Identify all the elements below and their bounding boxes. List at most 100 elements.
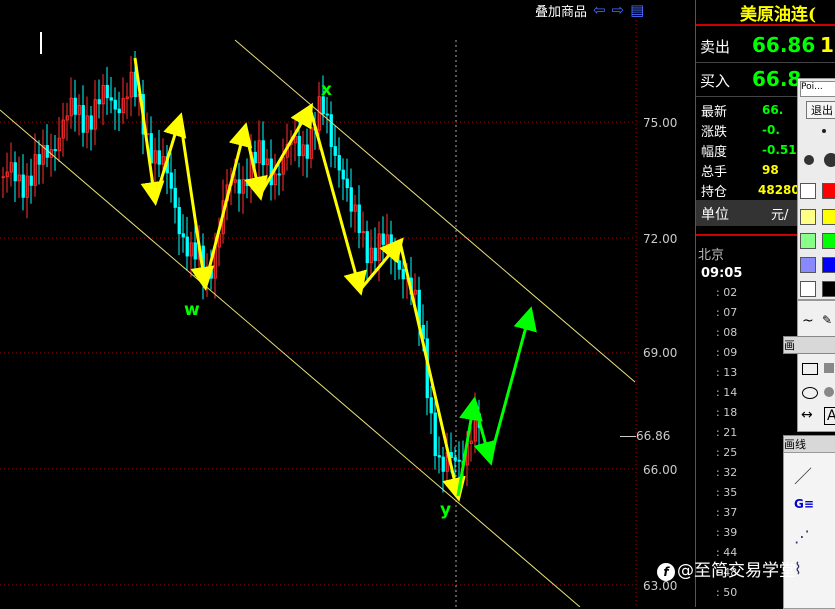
- candle-body: [277, 173, 281, 176]
- candle-body: [169, 172, 173, 189]
- swatch-light-green[interactable]: [800, 233, 816, 249]
- draw-line-header-text: 画线: [784, 438, 806, 451]
- watermark-text: @至简交易学堂: [677, 561, 796, 581]
- candle-body: [401, 268, 405, 280]
- cursor-marker: [40, 32, 42, 54]
- candle-body: [181, 233, 185, 238]
- info-label: 持仓: [701, 185, 728, 200]
- candle-body: [357, 204, 361, 234]
- swatch-green[interactable]: [822, 233, 835, 249]
- candle-body: [173, 187, 177, 208]
- candle-body: [305, 144, 309, 159]
- curve-tool-icon[interactable]: ~: [802, 313, 814, 329]
- info-label: 幅度: [701, 145, 728, 160]
- info-label: 总手: [701, 165, 728, 180]
- info-label: 最新: [701, 105, 728, 120]
- price-tick: 69.00: [643, 346, 678, 360]
- time-tick: : 37: [716, 506, 738, 519]
- price-chart[interactable]: [0, 0, 695, 607]
- channel-upper-line: [234, 39, 636, 383]
- ellipse-tool-icon[interactable]: [802, 387, 818, 399]
- candle-body: [105, 84, 109, 99]
- time-tick: : 09: [716, 346, 738, 359]
- arrow-right-icon[interactable]: ⇨: [612, 2, 625, 18]
- swatch-light-blue[interactable]: [800, 257, 816, 273]
- current-price-label: 66.86: [636, 429, 671, 443]
- time-start: 09:05: [701, 266, 743, 281]
- time-tick: : 18: [716, 406, 738, 419]
- draw-line-label[interactable]: G≡: [794, 497, 814, 511]
- candle-body: [365, 231, 369, 264]
- candle-body: [21, 174, 25, 198]
- candle-body: [333, 146, 337, 156]
- sell-price: 66.86: [752, 33, 816, 57]
- swatch-blue[interactable]: [822, 257, 835, 273]
- swatch-red[interactable]: [822, 183, 835, 199]
- price-tick: 66.00: [643, 463, 678, 477]
- candle-body: [433, 412, 437, 456]
- current-price-tick: [620, 436, 636, 437]
- wave-arrow-yellow: [178, 117, 215, 291]
- swatch-black[interactable]: [822, 281, 835, 297]
- panel-icon[interactable]: ▤: [630, 2, 644, 18]
- candle-body: [117, 108, 121, 114]
- candle-body: [113, 99, 117, 110]
- rect-fill-tool-icon[interactable]: [824, 363, 834, 373]
- price-tick: 75.00: [643, 116, 678, 130]
- dot-large-icon[interactable]: [824, 153, 835, 167]
- unit-value: 元/: [771, 208, 789, 223]
- rect-tool-icon[interactable]: [802, 363, 818, 375]
- pen-tool-icon[interactable]: ✎: [822, 313, 832, 327]
- time-tick: : 08: [716, 326, 738, 339]
- tool-title-field[interactable]: Poi...: [800, 81, 835, 97]
- time-tick: : 02: [716, 286, 738, 299]
- wave-arrow-green: [456, 396, 483, 497]
- time-tick: : 21: [716, 426, 738, 439]
- overlay-products-button[interactable]: 叠加商品: [535, 1, 587, 20]
- time-tick: : 32: [716, 466, 738, 479]
- candle-body: [325, 113, 329, 116]
- swatch-white[interactable]: [800, 183, 816, 199]
- candle-body: [193, 242, 197, 260]
- candle-body: [89, 115, 93, 130]
- time-tick: : 14: [716, 386, 738, 399]
- info-label: 涨跌: [701, 125, 728, 140]
- divider: [696, 62, 835, 63]
- candle-body: [337, 155, 341, 171]
- diagonal-line-icon[interactable]: ／: [794, 463, 812, 489]
- wave-label-w: w: [184, 300, 200, 320]
- wave-arrow-green: [488, 306, 537, 461]
- swatch-white-2[interactable]: [800, 281, 816, 297]
- dot-small-icon[interactable]: [822, 129, 826, 133]
- candle-body: [329, 114, 333, 147]
- candle-body: [209, 270, 213, 279]
- candle-body: [253, 151, 257, 164]
- arrow-left-icon[interactable]: ⇦: [593, 2, 606, 18]
- shape-toolbox: ~ ✎ ／ ↔ A: [797, 300, 835, 432]
- price-tick: 72.00: [643, 232, 678, 246]
- dot-medium-icon[interactable]: [804, 155, 814, 165]
- time-tick: : 39: [716, 526, 738, 539]
- time-tick: : 13: [716, 366, 738, 379]
- swatch-yellow[interactable]: [822, 209, 835, 225]
- candle-body: [393, 253, 397, 262]
- ellipse-fill-tool-icon[interactable]: [824, 387, 834, 397]
- move-tool-icon[interactable]: ↔: [801, 407, 813, 423]
- exit-button[interactable]: 退出: [806, 101, 835, 119]
- candle-body: [237, 179, 241, 194]
- info-value: 48280: [758, 183, 800, 197]
- draw-panel-header: 画: [783, 336, 835, 354]
- info-value: 66.: [762, 103, 784, 117]
- candle-body: [97, 99, 101, 105]
- watermark: f @至简交易学堂: [657, 556, 796, 581]
- candle-body: [13, 162, 17, 182]
- buy-price: 66.8: [752, 67, 802, 91]
- candle-body: [457, 459, 461, 462]
- fan-line-icon[interactable]: ⋰: [794, 527, 810, 546]
- text-tool-icon[interactable]: A: [824, 407, 835, 425]
- info-value: -0.51: [762, 143, 797, 157]
- sell-extra: 1: [820, 33, 834, 57]
- swatch-light-yellow[interactable]: [800, 209, 816, 225]
- wave-label-y: y: [440, 500, 452, 520]
- draw-line-toolbox: ／ G≡ ⋰ ⌇: [783, 452, 835, 609]
